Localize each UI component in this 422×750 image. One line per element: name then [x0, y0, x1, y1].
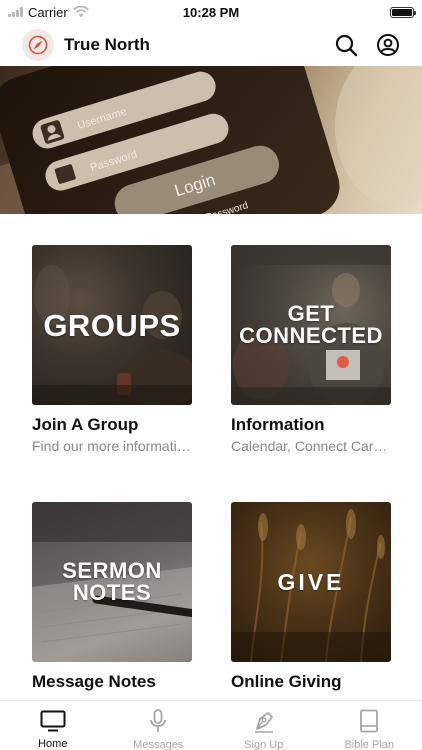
tab-label: Bible Plan	[344, 739, 395, 750]
tv-icon	[40, 709, 66, 732]
tab-label: Home	[38, 738, 68, 750]
tab-messages[interactable]: Messages	[106, 701, 212, 750]
tab-label: Sign Up	[244, 739, 284, 750]
tab-sign-up[interactable]: Sign Up	[211, 701, 317, 750]
card-title: Information	[231, 415, 325, 434]
status-left: Carrier	[8, 5, 89, 20]
app-title: True North	[64, 35, 150, 54]
profile-button[interactable]	[374, 31, 402, 59]
compass-icon	[22, 29, 54, 61]
tab-bar: Home Messages Sign Up Bible Plan	[0, 700, 422, 750]
carrier-label: Carrier	[28, 4, 68, 20]
app-header: True North	[0, 24, 422, 66]
user-circle-icon	[377, 34, 399, 56]
search-icon	[335, 34, 358, 57]
card-image-give[interactable]: GIVE	[231, 502, 391, 662]
pen-nib-icon	[253, 709, 275, 733]
card-image-text: GIVE	[277, 568, 345, 595]
card-image-text: GET CONNECTED	[239, 301, 383, 348]
tab-label: Messages	[133, 739, 184, 750]
card-online-giving[interactable]: GIVE Online Giving	[231, 502, 391, 692]
card-title: Online Giving	[231, 672, 342, 691]
wifi-icon	[72, 6, 89, 18]
card-image-text: GROUPS	[43, 307, 181, 343]
card-image-connect[interactable]: GET CONNECTED	[231, 245, 391, 405]
hero-banner[interactable]: Username Password Login Forgot Password …	[0, 66, 422, 214]
battery-icon	[390, 6, 416, 18]
signal-icon	[8, 7, 23, 17]
card-title: Message Notes	[32, 672, 156, 691]
tab-bible-plan[interactable]: Bible Plan	[317, 701, 422, 750]
card-title: Join A Group	[32, 415, 139, 434]
microphone-icon	[148, 709, 168, 733]
card-subtitle: Find our more information about...	[32, 438, 192, 454]
search-button[interactable]	[332, 31, 360, 59]
tab-home[interactable]: Home	[0, 701, 106, 750]
card-image-groups[interactable]: GROUPS	[32, 245, 192, 405]
card-subtitle: Calendar, Connect Card, and more	[231, 438, 391, 454]
book-icon	[359, 709, 379, 733]
card-join-a-group[interactable]: GROUPS Join A Group Find our more inform…	[32, 245, 192, 454]
card-message-notes[interactable]: SERMON NOTES Message Notes	[32, 502, 192, 692]
status-bar: Carrier 10:28 PM	[0, 0, 422, 24]
card-information[interactable]: GET CONNECTED Information Calendar, Conn…	[231, 245, 391, 454]
card-image-text: SERMON NOTES	[62, 558, 162, 605]
card-image-sermon[interactable]: SERMON NOTES	[32, 502, 192, 662]
hero-phone-illustration: Username Password Login Forgot Password …	[0, 66, 422, 214]
status-time: 10:28 PM	[182, 4, 240, 20]
